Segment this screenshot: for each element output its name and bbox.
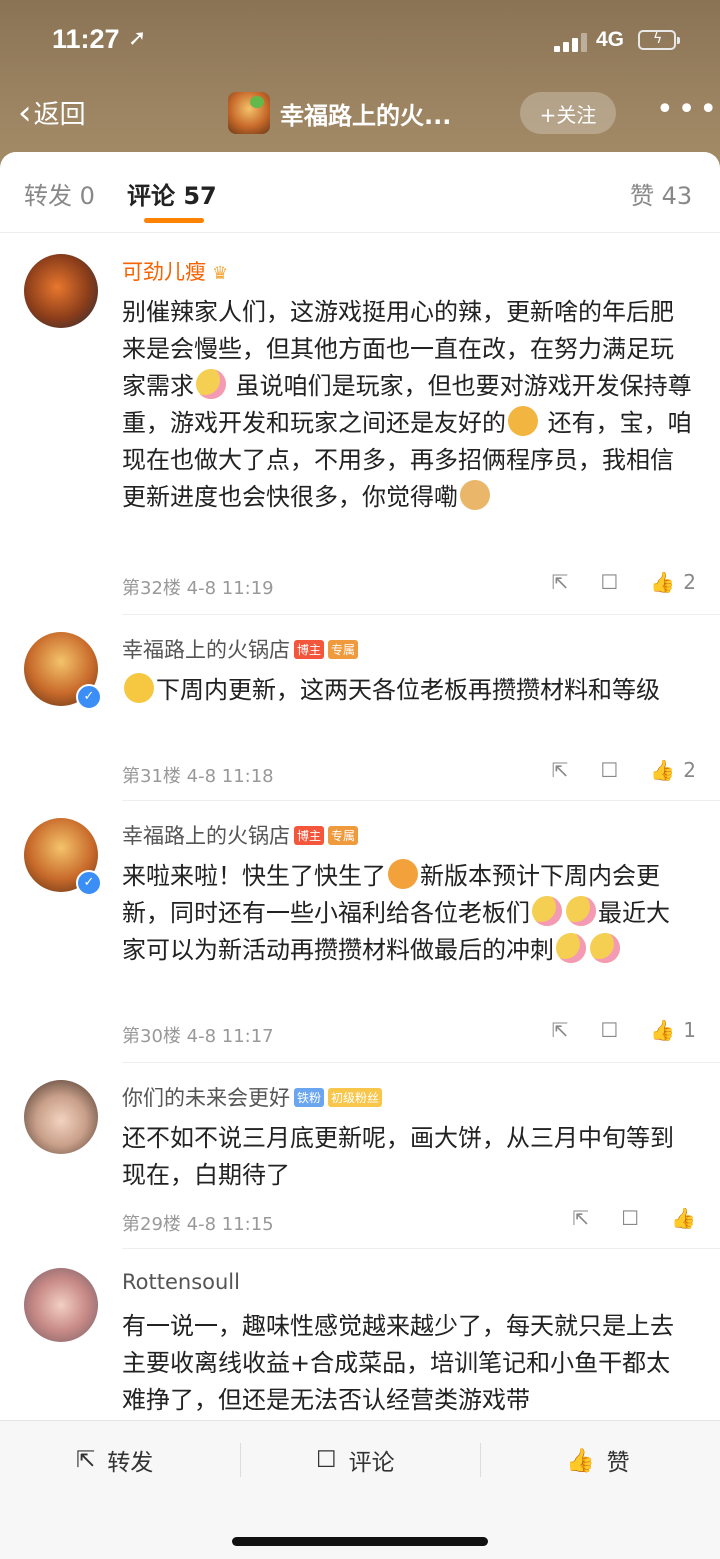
comment-text: 还不如不说三月底更新呢，画大饼，从三月中旬等到现在，白期待了	[122, 1124, 674, 1189]
host-badge: 博主	[294, 826, 325, 845]
grin-emoji-icon	[124, 673, 154, 703]
location-arrow-icon: ➚	[128, 26, 147, 51]
host-badge: 博主	[294, 640, 325, 659]
tab-divider	[0, 232, 720, 233]
crown-icon: ♛	[212, 263, 229, 284]
like-button[interactable]: 👍 赞	[566, 1443, 630, 1477]
comment-divider	[122, 1062, 720, 1063]
comment-item: Rottensoull 有一说一，趣味性感觉越来越少了，每天就只是上去主要收离线…	[0, 1268, 720, 1420]
thumbs-up-icon[interactable]: 👍	[650, 570, 675, 594]
comment-username[interactable]: 幸福路上的火锅店 博主 专属	[122, 820, 359, 850]
exclusive-badge: 专属	[328, 640, 359, 659]
thumbs-up-icon[interactable]: 👍	[650, 1018, 675, 1042]
thumbs-up-icon: 👍	[566, 1447, 595, 1474]
flower-face-emoji-icon	[532, 896, 562, 926]
share-icon[interactable]: ⇱	[552, 758, 569, 782]
comment-meta: 第31楼 4-8 11:18	[122, 766, 274, 787]
like-count: 1	[683, 1018, 696, 1042]
bottom-action-bar: ⇱ 转发 ☐ 评论 👍 赞	[0, 1420, 720, 1559]
comment-icon[interactable]: ☐	[621, 1206, 639, 1230]
flower-face-emoji-icon	[196, 369, 226, 399]
share-icon[interactable]: ⇱	[572, 1206, 589, 1230]
battery-icon: ϟ	[638, 30, 680, 50]
comment-icon[interactable]: ☐	[600, 758, 618, 782]
like-count: 2	[683, 570, 696, 594]
more-icon[interactable]: •••	[656, 92, 720, 127]
thumbs-up-icon[interactable]: 👍	[650, 758, 675, 782]
home-indicator[interactable]	[232, 1537, 488, 1546]
doge-emoji-icon	[460, 480, 490, 510]
comment-actions: ⇱ ☐ 👍	[540, 1206, 696, 1230]
flower-face-emoji-icon	[566, 896, 596, 926]
status-time: 11:27	[52, 24, 120, 54]
comment-username[interactable]: 幸福路上的火锅店 博主 专属	[122, 634, 359, 664]
exclusive-badge: 专属	[328, 826, 359, 845]
comment-meta: 第29楼 4-8 11:15	[122, 1214, 274, 1235]
comment-divider	[122, 614, 720, 615]
share-icon: ⇱	[76, 1447, 96, 1473]
comment-divider	[122, 1248, 720, 1249]
comment-username[interactable]: Rottensoull	[122, 1270, 240, 1294]
comment-icon: ☐	[316, 1447, 337, 1473]
like-count: 2	[683, 758, 696, 782]
comment-username[interactable]: 你们的未来会更好 铁粉 初级粉丝	[122, 1082, 383, 1112]
status-bar: 11:27 ➚ 4G ϟ	[0, 22, 720, 62]
avatar[interactable]	[24, 1080, 98, 1154]
flower-face-emoji-icon	[556, 933, 586, 963]
verified-icon: ✓	[76, 684, 102, 710]
thumbs-up-icon[interactable]: 👍	[671, 1206, 696, 1230]
bottom-divider	[480, 1443, 481, 1477]
comment-text: 来啦来啦！快生了快生了 新版本预计下周内会更新，同时还有一些小福利给各位老板们 最近…	[122, 858, 692, 969]
tab-repost[interactable]: 转发 0	[24, 176, 95, 211]
comment-text: 有一说一，趣味性感觉越来越少了，每天就只是上去主要收离线收益+合成菜品，培训笔记…	[122, 1312, 674, 1414]
bottom-divider	[240, 1443, 241, 1477]
nav-bar: ‹ 返回 幸福路上的火... +关注 •••	[0, 88, 720, 140]
account-title[interactable]: 幸福路上的火...	[280, 96, 451, 131]
fan-level-badge: 初级粉丝	[328, 1088, 383, 1107]
signal-icon	[554, 32, 588, 52]
comment-meta: 第32楼 4-8 11:19	[122, 578, 274, 599]
avatar[interactable]	[24, 254, 98, 328]
back-label: 返回	[33, 100, 86, 130]
verified-icon: ✓	[76, 870, 102, 896]
comment-username[interactable]: 可劲儿瘦 ♛	[122, 256, 228, 286]
comment-divider	[122, 800, 720, 801]
comment-actions: ⇱ ☐ 👍 1	[520, 1018, 696, 1042]
comment-icon[interactable]: ☐	[600, 570, 618, 594]
comment-icon[interactable]: ☐	[600, 1018, 618, 1042]
share-icon[interactable]: ⇱	[552, 1018, 569, 1042]
network-type: 4G	[596, 28, 625, 51]
avatar[interactable]	[24, 1268, 98, 1342]
comment-meta: 第30楼 4-8 11:17	[122, 1026, 274, 1047]
flower-face-emoji-icon	[590, 933, 620, 963]
cat-emoji-icon	[508, 406, 538, 436]
active-tab-indicator	[144, 218, 204, 223]
repost-button[interactable]: ⇱ 转发	[76, 1443, 153, 1477]
heart-eyes-emoji-icon	[388, 859, 418, 889]
follow-button[interactable]: +关注	[520, 92, 616, 134]
comment-actions: ⇱ ☐ 👍 2	[520, 570, 696, 594]
comment-text: 别催辣家人们，这游戏挺用心的辣，更新啥的年后肥来是会慢些，但其他方面也一直在改，…	[122, 298, 692, 511]
back-button[interactable]: ‹ 返回	[18, 94, 86, 131]
share-icon[interactable]: ⇱	[552, 570, 569, 594]
tab-comment[interactable]: 评论 57	[127, 176, 217, 211]
chevron-left-icon: ‹	[18, 92, 32, 133]
tab-bar: 转发 0 评论 57 赞 43	[0, 170, 720, 230]
iron-fan-badge: 铁粉	[294, 1088, 325, 1107]
account-avatar[interactable]	[228, 92, 270, 134]
comment-actions: ⇱ ☐ 👍 2	[520, 758, 696, 782]
tab-like[interactable]: 赞 43	[630, 176, 692, 211]
comment-text: 下周内更新，这两天各位老板再攒攒材料和等级	[122, 672, 692, 709]
comment-button[interactable]: ☐ 评论	[316, 1443, 395, 1477]
